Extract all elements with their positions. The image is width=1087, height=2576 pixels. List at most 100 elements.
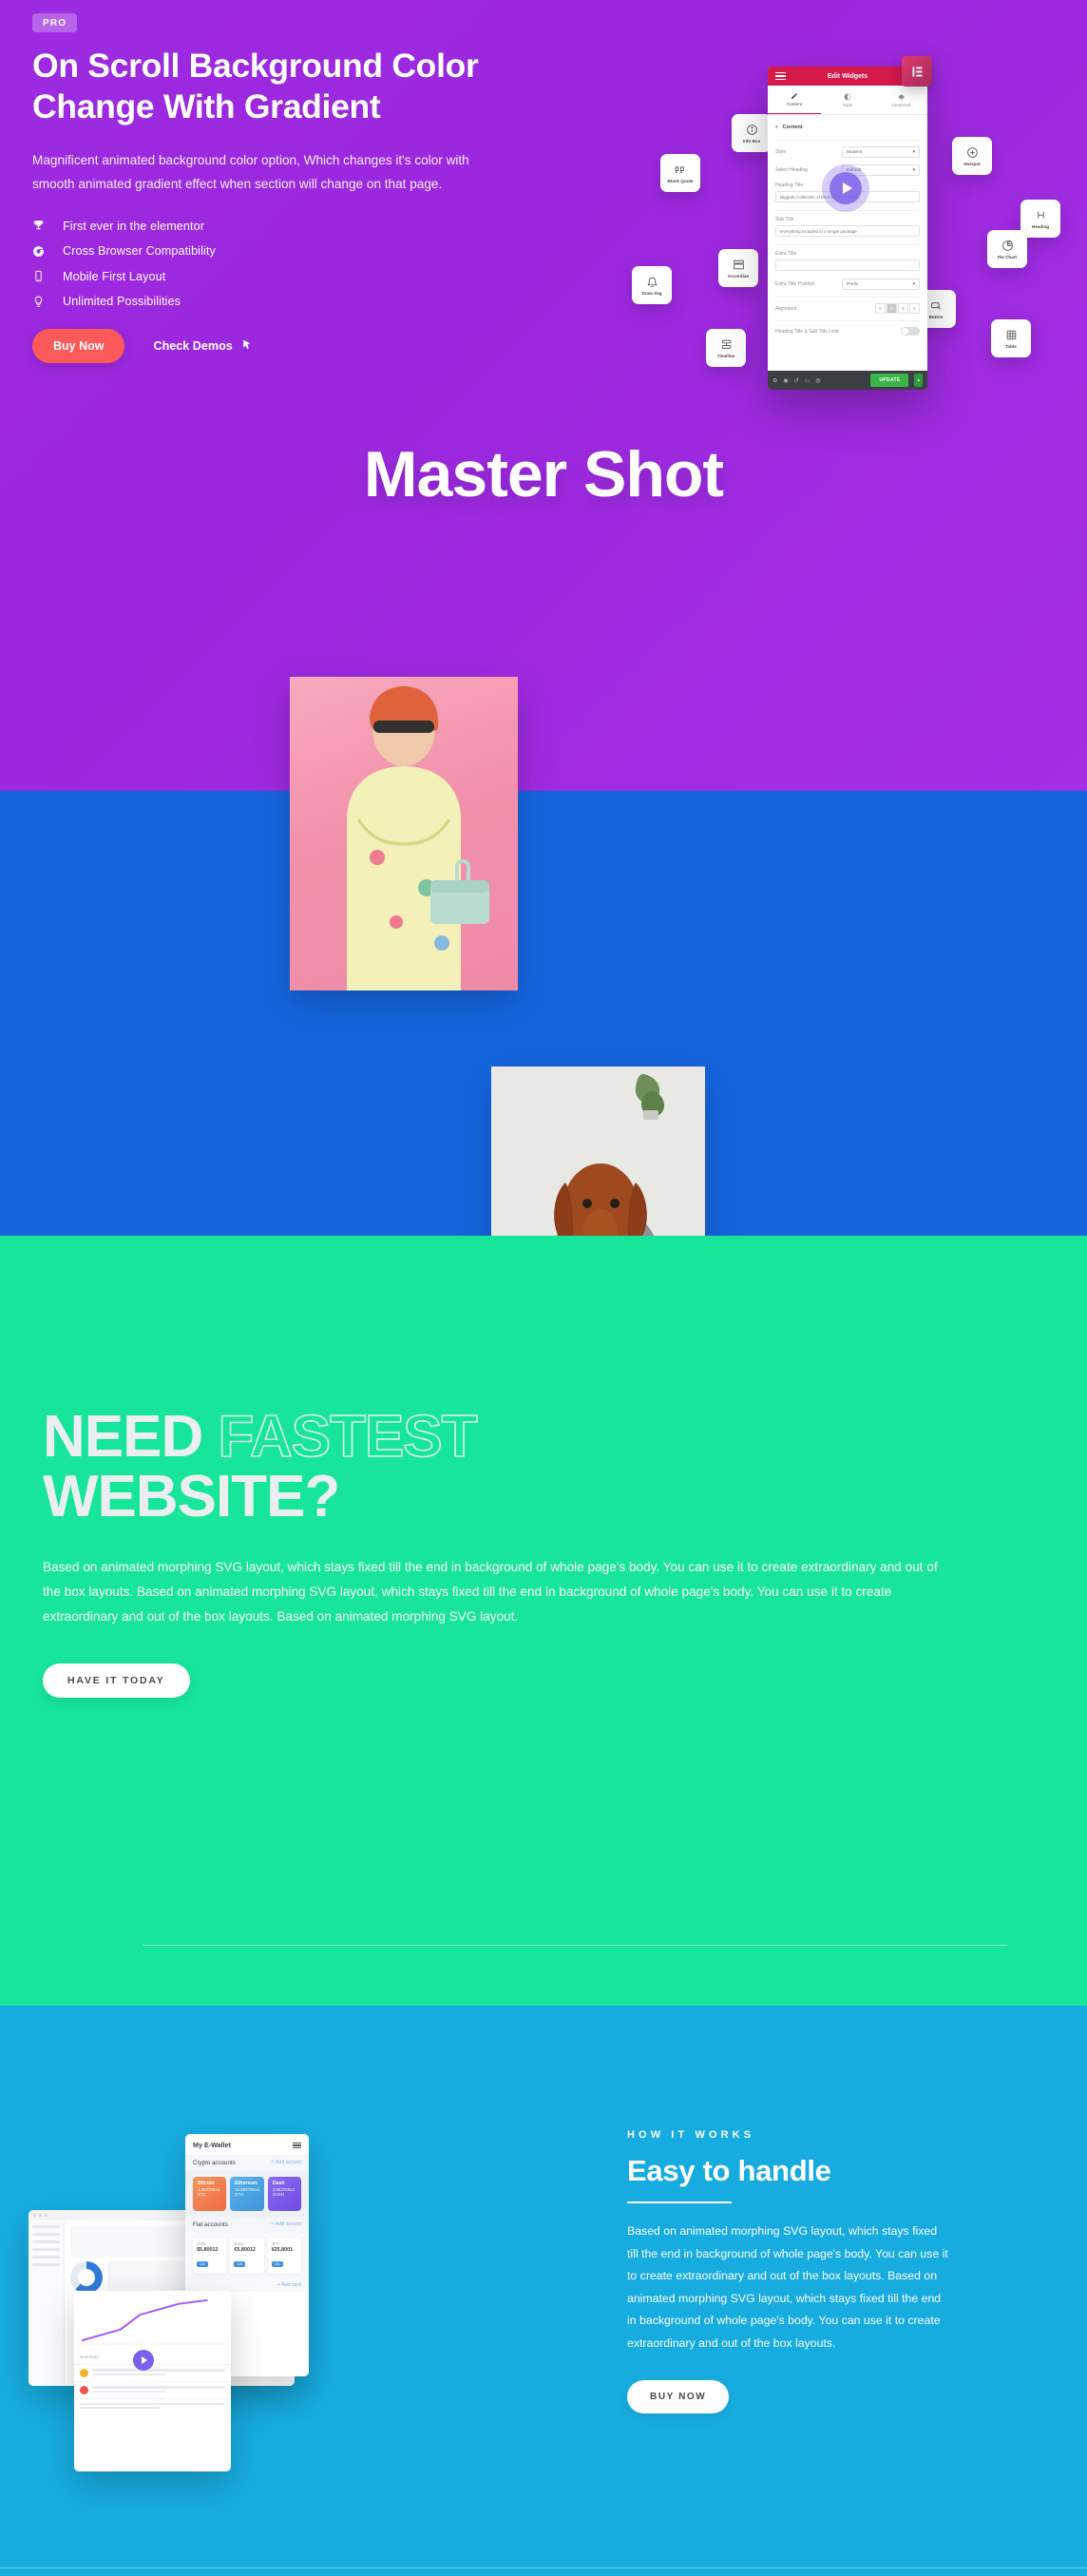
update-button[interactable]: UPDATE: [870, 374, 909, 387]
tab-content[interactable]: Content: [768, 86, 821, 114]
pie-chart-icon: [1001, 240, 1014, 252]
extra-title-input[interactable]: [775, 260, 920, 271]
widget-card-table[interactable]: Table: [991, 319, 1031, 357]
wallet-header: My E-Wallet: [185, 2134, 309, 2155]
crypto-card[interactable]: Bitcoin 1.65376914 BTC: [193, 2176, 227, 2211]
section-heading: Easy to handle: [627, 2154, 831, 2187]
play-button-icon[interactable]: [830, 172, 862, 204]
widget-card-pie-chart[interactable]: Pie Chart: [987, 230, 1027, 268]
fiat-value: $5,80012: [197, 2246, 219, 2253]
crypto-card[interactable]: Ethereum 15.65376914 ETH: [230, 2176, 264, 2211]
hero-subtitle: Magnificent animated background color op…: [32, 152, 469, 192]
button-icon: [930, 299, 943, 312]
field-label: Sub Title: [775, 217, 794, 222]
divider: [775, 297, 920, 298]
add-account-link[interactable]: + Add acount: [271, 2160, 301, 2165]
tab-advanced[interactable]: Advanced: [874, 86, 927, 114]
check-demos-link[interactable]: Check Demos: [153, 338, 252, 354]
crypto-card[interactable]: Dash 2.65376914 DASH: [267, 2176, 302, 2211]
widget-card-label: Timeline: [716, 353, 735, 358]
title-limit-toggle[interactable]: [901, 327, 920, 336]
gear-icon[interactable]: ⚙: [772, 377, 777, 384]
responsive-icon[interactable]: ▭: [805, 377, 810, 384]
widget-card-draw-svg[interactable]: Draw Svg: [632, 266, 672, 304]
buy-now-button-secondary[interactable]: BUY NOW: [627, 2379, 730, 2413]
panel-section-header[interactable]: ▾ Content: [775, 121, 920, 137]
align-right-button[interactable]: ≡: [898, 303, 908, 314]
dashboard-mockups: My E-Wallet Crypto accounts + Add acount…: [29, 2115, 599, 2514]
fiat-value: ¥25,8001: [271, 2246, 294, 2253]
feature-label: First ever in the elementor: [63, 219, 204, 233]
pencil-icon: [791, 92, 798, 100]
widget-card-block-quote[interactable]: Block Quote: [660, 154, 700, 192]
landing-page: PRO On Scroll Background Color Change Wi…: [0, 0, 1087, 2576]
align-center-button[interactable]: ≡: [887, 303, 897, 314]
gallery-image-woman-floral: [290, 677, 518, 990]
fiat-name: USD: [197, 2240, 206, 2246]
crypto-value: 2.65376914 DASH: [272, 2186, 296, 2197]
widget-card-timeline[interactable]: Timeline: [706, 329, 746, 367]
chevron-down-icon: ▾: [912, 281, 915, 287]
have-it-today-button[interactable]: HAVE IT TODAY: [43, 1663, 190, 1698]
green-heading: NEED FASTEST WEBSITE?: [43, 1404, 1031, 1527]
eye-icon[interactable]: ◍: [815, 377, 820, 384]
widget-card-accordian[interactable]: Accordian: [718, 249, 758, 287]
how-it-works-section: My E-Wallet Crypto accounts + Add acount…: [0, 2006, 1087, 2576]
widget-card-info-box[interactable]: Info Box: [732, 114, 772, 152]
feature-item: First ever in the elementor: [32, 220, 526, 233]
globe-icon[interactable]: ◉: [783, 377, 788, 384]
list-item: [74, 2364, 231, 2381]
hero-copy: PRO On Scroll Background Color Change Wi…: [32, 13, 526, 364]
section-title: Content: [782, 125, 803, 130]
heading-part-need: NEED: [43, 1404, 203, 1470]
alignment-control: ≡ ≡ ≡ ≡: [875, 303, 920, 314]
sub-title-input[interactable]: Everything included in a single package: [775, 225, 920, 237]
fiat-card[interactable]: JPY ¥25,8001 24h: [267, 2237, 301, 2274]
feature-item: Cross Browser Compatibility: [32, 244, 526, 258]
fiat-card[interactable]: Euro €5,80012 12h: [230, 2237, 264, 2274]
lightbulb-icon: [32, 296, 53, 308]
align-left-button[interactable]: ≡: [875, 303, 886, 314]
fiat-value: €5,80012: [234, 2246, 256, 2253]
update-options-button[interactable]: ▴: [914, 374, 923, 387]
page-title: On Scroll Background Color Change With G…: [32, 47, 479, 126]
add-card-link[interactable]: + Add card: [185, 2278, 309, 2292]
extra-title-position-select[interactable]: Prefix ▾: [842, 279, 920, 290]
green-divider: [143, 1945, 1007, 1946]
divider: [775, 244, 920, 245]
pro-badge: PRO: [32, 13, 78, 32]
field-style: Style Modern ▾: [775, 146, 920, 158]
feature-label: Unlimited Possibilities: [63, 295, 181, 309]
crypto-accounts-label: Crypto accounts: [193, 2159, 236, 2166]
hamburger-menu-icon[interactable]: [293, 2141, 301, 2150]
buy-now-button[interactable]: Buy Now: [32, 329, 125, 364]
style-select[interactable]: Modern ▾: [842, 146, 920, 158]
widget-card-label: Block Quote: [667, 178, 694, 183]
cursor-click-icon: [240, 338, 253, 354]
field-label: Select Heading: [775, 167, 808, 173]
widget-card-hotspot[interactable]: Hotspot: [952, 137, 992, 175]
play-button-icon[interactable]: [133, 2350, 154, 2371]
widget-card-heading[interactable]: Heading: [1020, 200, 1060, 238]
chevron-down-icon: ▾: [912, 149, 915, 155]
divider: [775, 210, 920, 211]
bottom-divider: [0, 2567, 1087, 2568]
fiat-badge: 12h: [197, 2260, 208, 2267]
list-item: [74, 2381, 231, 2398]
avatar: [80, 2386, 88, 2394]
history-icon[interactable]: ↺: [794, 377, 799, 384]
elementor-logo: [902, 56, 932, 87]
donut-chart: [70, 2261, 103, 2294]
fiat-accounts-label: Fiat accounts: [193, 2220, 228, 2228]
field-label: Extra Title Position: [775, 281, 815, 287]
widget-card-label: Accordian: [727, 273, 750, 279]
fiat-card[interactable]: USD $5,80012 12h: [193, 2237, 227, 2274]
align-justify-button[interactable]: ≡: [909, 303, 920, 314]
gallery-images: [0, 677, 1087, 1708]
add-account-link[interactable]: + Add acount: [271, 2221, 301, 2227]
crypto-name: Bitcoin: [198, 2180, 215, 2186]
field-label: Style: [775, 149, 787, 155]
gear-icon: [897, 93, 905, 101]
tab-style[interactable]: Style: [821, 86, 874, 114]
widget-card-label: Button: [928, 314, 944, 319]
